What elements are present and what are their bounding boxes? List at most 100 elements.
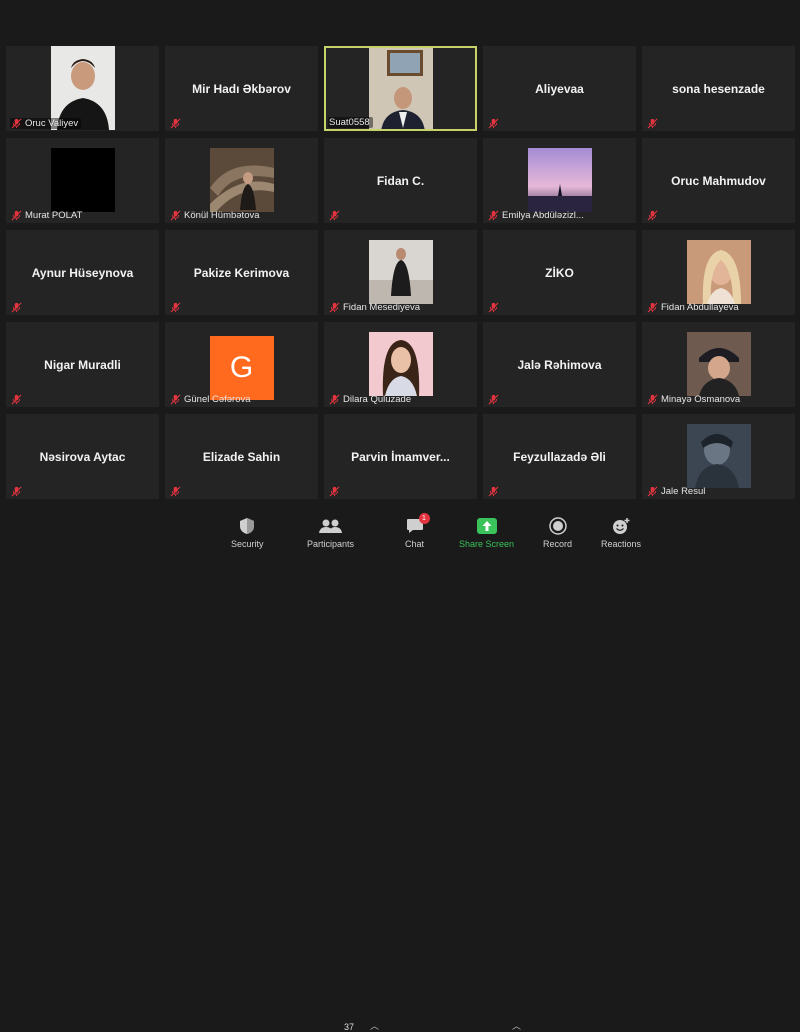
video-tile[interactable]: Aynur Hüseynova bbox=[6, 230, 159, 315]
chat-unread-badge: 1 bbox=[418, 513, 430, 524]
participant-name: Suat0558 bbox=[329, 117, 370, 128]
share-options-chevron-icon[interactable]: ︿ bbox=[512, 1019, 521, 1032]
video-tile[interactable]: G Günel Cəfərova bbox=[165, 322, 318, 407]
video-tile[interactable]: Jale Resul bbox=[642, 414, 795, 499]
participant-label bbox=[328, 210, 343, 221]
participant-label bbox=[487, 302, 502, 313]
muted-mic-icon bbox=[11, 394, 22, 405]
video-tile[interactable]: Nigar Muradli bbox=[6, 322, 159, 407]
muted-mic-icon bbox=[11, 302, 22, 313]
video-tile[interactable]: Emilya Abdüləzizl... bbox=[483, 138, 636, 223]
record-button[interactable]: Record bbox=[543, 517, 572, 549]
participants-button[interactable]: Participants bbox=[307, 517, 354, 549]
muted-mic-icon bbox=[329, 394, 340, 405]
video-tile[interactable]: Jalə Rəhimova bbox=[483, 322, 636, 407]
participant-label: Oruc Valiyev bbox=[10, 118, 82, 129]
video-tile[interactable]: Nəsirova Aytac bbox=[6, 414, 159, 499]
video-tile[interactable]: Parvin İmamver... bbox=[324, 414, 477, 499]
meeting-toolbar: Security Participants 37 ︿ 1 Chat Share … bbox=[0, 503, 800, 1032]
chat-button[interactable]: 1 Chat bbox=[405, 513, 430, 549]
participant-label bbox=[328, 486, 343, 497]
participant-name: Emilya Abdüləzizl... bbox=[502, 210, 584, 221]
participant-video bbox=[686, 424, 751, 488]
participant-label: Jale Resul bbox=[646, 486, 708, 497]
muted-mic-icon bbox=[488, 302, 499, 313]
muted-mic-icon bbox=[488, 210, 499, 221]
video-tile[interactable]: Aliyevaa bbox=[483, 46, 636, 131]
participant-label: Könül Hümbətova bbox=[169, 210, 263, 221]
participant-label bbox=[169, 118, 184, 129]
video-tile[interactable]: Fidan Abdullayeva bbox=[642, 230, 795, 315]
participant-name: Dilara Quluzade bbox=[343, 394, 412, 405]
video-tile[interactable]: Könül Hümbətova bbox=[165, 138, 318, 223]
participant-name: Murat POLAT bbox=[25, 210, 83, 221]
muted-mic-icon bbox=[488, 394, 499, 405]
muted-mic-icon bbox=[170, 302, 181, 313]
muted-mic-icon bbox=[329, 302, 340, 313]
share-screen-label: Share Screen bbox=[459, 539, 515, 549]
video-tile-active-speaker[interactable]: Suat0558 bbox=[324, 46, 477, 131]
participant-video bbox=[50, 148, 115, 212]
participant-label: Murat POLAT bbox=[10, 210, 85, 221]
reactions-button[interactable]: Reactions bbox=[601, 517, 641, 549]
share-screen-button[interactable]: Share Screen bbox=[459, 517, 514, 549]
security-label: Security bbox=[231, 539, 264, 549]
share-screen-icon bbox=[476, 517, 497, 535]
participant-label: Fidan Mesediyeva bbox=[328, 302, 423, 313]
video-tile[interactable]: Feyzullazadə Əli bbox=[483, 414, 636, 499]
participant-name: Jale Resul bbox=[661, 486, 706, 497]
participant-name-display: Feyzullazadə Əli bbox=[513, 449, 606, 464]
participant-label: Günel Cəfərova bbox=[169, 394, 254, 405]
participant-name-display: Oruc Mahmudov bbox=[671, 173, 766, 188]
participant-name-display: sona hesenzade bbox=[672, 81, 765, 96]
muted-mic-icon bbox=[647, 118, 658, 129]
participant-video bbox=[686, 332, 751, 396]
video-tile[interactable]: Dilara Quluzade bbox=[324, 322, 477, 407]
video-tile[interactable]: Elizade Sahin bbox=[165, 414, 318, 499]
video-tile[interactable]: Mir Hadı Əkbərov bbox=[165, 46, 318, 131]
participant-name-display: Aliyevaa bbox=[535, 81, 584, 96]
video-tile[interactable]: Fidan C. bbox=[324, 138, 477, 223]
participant-label: Dilara Quluzade bbox=[328, 394, 414, 405]
video-tile[interactable]: Fidan Mesediyeva bbox=[324, 230, 477, 315]
video-tile[interactable]: sona hesenzade bbox=[642, 46, 795, 131]
muted-mic-icon bbox=[11, 210, 22, 221]
participant-count: 37 bbox=[344, 1022, 355, 1032]
shield-icon bbox=[239, 517, 255, 535]
muted-mic-icon bbox=[488, 118, 499, 129]
participant-video bbox=[368, 48, 433, 129]
muted-mic-icon bbox=[647, 210, 658, 221]
participant-name-display: Fidan C. bbox=[376, 173, 425, 188]
muted-mic-icon bbox=[647, 486, 658, 497]
participant-label: Minayə Osmanova bbox=[646, 394, 743, 405]
participant-name-display: Jalə Rəhimova bbox=[517, 357, 602, 372]
participant-name-display: Nəsirova Aytac bbox=[39, 449, 126, 464]
record-label: Record bbox=[543, 539, 573, 549]
video-tile[interactable]: ZİKO bbox=[483, 230, 636, 315]
participants-options-chevron-icon[interactable]: ︿ bbox=[370, 1019, 379, 1032]
video-tile[interactable]: Minayə Osmanova bbox=[642, 322, 795, 407]
participant-video bbox=[686, 240, 751, 304]
muted-mic-icon bbox=[11, 486, 22, 497]
participant-name: Fidan Mesediyeva bbox=[343, 302, 421, 313]
video-tile[interactable]: Pakize Kerimova bbox=[165, 230, 318, 315]
record-icon bbox=[548, 517, 567, 535]
chat-label: Chat bbox=[405, 539, 425, 549]
participant-name-display: Elizade Sahin bbox=[202, 449, 281, 464]
participant-label bbox=[169, 486, 184, 497]
reactions-label: Reactions bbox=[601, 539, 642, 549]
participant-label bbox=[487, 394, 502, 405]
video-tile[interactable]: Oruc Mahmudov bbox=[642, 138, 795, 223]
participant-name-display: Aynur Hüseynova bbox=[31, 265, 134, 280]
security-button[interactable]: Security bbox=[231, 517, 264, 549]
video-tile[interactable]: Oruc Valiyev bbox=[6, 46, 159, 131]
participant-name: Könül Hümbətova bbox=[184, 210, 260, 221]
muted-mic-icon bbox=[647, 394, 658, 405]
participant-name: Minayə Osmanova bbox=[661, 394, 741, 405]
participant-name: Oruc Valiyev bbox=[25, 118, 79, 129]
participant-label bbox=[169, 302, 184, 313]
muted-mic-icon bbox=[170, 210, 181, 221]
participant-label bbox=[10, 394, 25, 405]
participant-name-display: ZİKO bbox=[545, 265, 574, 280]
video-tile[interactable]: Murat POLAT bbox=[6, 138, 159, 223]
